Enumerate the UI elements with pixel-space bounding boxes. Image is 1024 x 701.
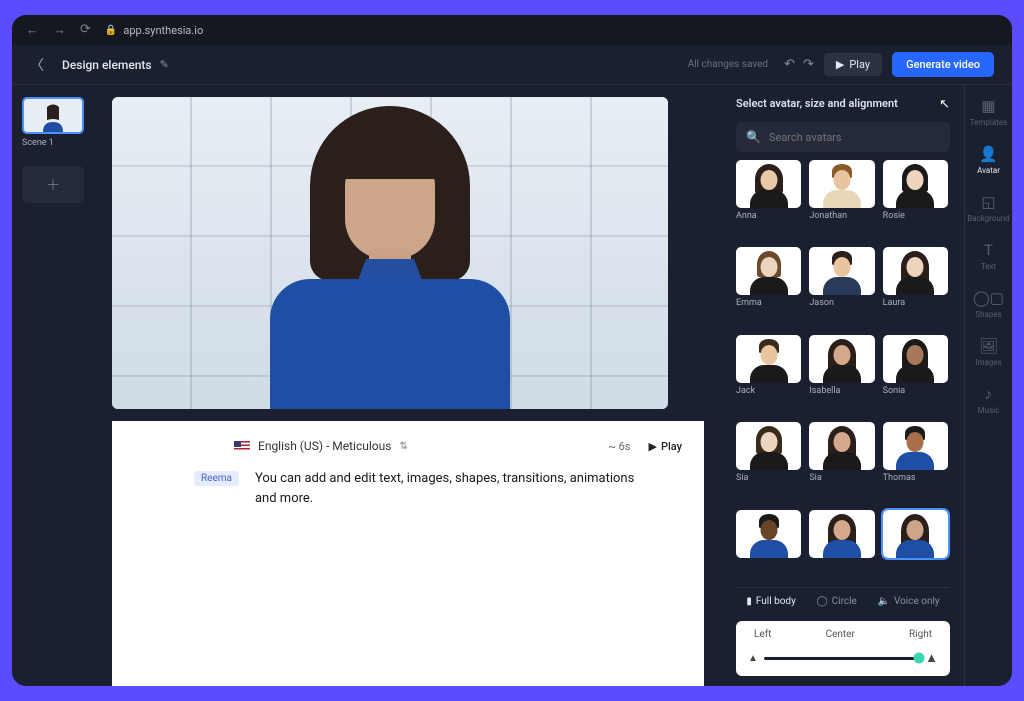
avatar-name: Emma (736, 298, 801, 308)
avatar-icon: 👤 (979, 145, 998, 163)
search-input[interactable] (769, 131, 940, 144)
avatar-option[interactable] (736, 160, 801, 208)
address-url[interactable]: app.synthesia.io (123, 24, 203, 37)
tab-circle[interactable]: ◯ Circle (816, 596, 856, 607)
voice-icon: 🔈 (878, 596, 890, 607)
scene-rail: Scene 1 ＋ (12, 85, 106, 686)
tab-voice-only[interactable]: 🔈 Voice only (878, 596, 940, 607)
browser-forward-icon[interactable]: → (53, 22, 66, 38)
speaker-tag[interactable]: Reema (194, 471, 239, 486)
tab-full-body[interactable]: ▮ Full body (746, 596, 795, 607)
tool-rail: ▦Templates 👤Avatar ◱Background TText ◯▢Shape… (964, 85, 1012, 686)
avatar-name: Sia (736, 473, 801, 483)
redo-icon[interactable]: ↷ (803, 57, 814, 72)
play-icon: ▶ (836, 58, 844, 71)
background-icon: ◱ (981, 193, 995, 211)
edit-title-icon[interactable]: ✎ (160, 58, 169, 71)
avatar-option[interactable] (736, 247, 801, 295)
avatar-name: Jack (736, 386, 801, 396)
avatar-option[interactable] (883, 510, 948, 558)
music-icon: ♪ (985, 385, 993, 403)
avatar-name: Rosie (883, 211, 948, 221)
play-icon: ▶ (648, 440, 656, 453)
lock-icon: 🔒 (105, 25, 117, 36)
language-selector[interactable]: English (US) - Meticulous ⇅ (234, 439, 408, 453)
avatar-option[interactable] (883, 422, 948, 470)
size-large-icon: ▲ (925, 650, 938, 666)
avatar-name: Isabella (809, 386, 874, 396)
avatar-panel: Select avatar, size and alignment ↖ 🔍 An… (722, 85, 964, 686)
play-button[interactable]: ▶ Play (824, 53, 882, 76)
avatar-name: Sia (809, 473, 874, 483)
scene-label: Scene 1 (22, 138, 96, 148)
top-toolbar: 〈 Design elements ✎ All changes saved ↶ … (12, 45, 1012, 85)
view-mode-tabs: ▮ Full body ◯ Circle 🔈 Voice only (736, 587, 950, 613)
align-center[interactable]: Center (826, 629, 855, 640)
slider-thumb[interactable] (914, 653, 925, 664)
avatar-panel-title: Select avatar, size and alignment (736, 97, 950, 110)
avatar-name: Laura (883, 298, 948, 308)
avatar-option[interactable] (809, 247, 874, 295)
flag-icon (234, 441, 250, 452)
avatar-option[interactable] (883, 160, 948, 208)
video-canvas[interactable] (112, 97, 668, 409)
avatar-name: Anna (736, 211, 801, 221)
avatar-name: Jonathan (809, 211, 874, 221)
person-icon: ▮ (746, 596, 752, 607)
avatar-option[interactable] (736, 422, 801, 470)
size-slider[interactable] (764, 657, 919, 660)
undo-icon[interactable]: ↶ (784, 57, 795, 72)
tool-images[interactable]: 🖼Images (975, 337, 1001, 367)
avatar-option[interactable] (809, 335, 874, 383)
chevron-updown-icon: ⇅ (399, 441, 407, 452)
browser-back-icon[interactable]: ← (26, 22, 39, 38)
generate-video-button[interactable]: Generate video (892, 52, 994, 77)
tool-shapes[interactable]: ◯▢Shapes (973, 289, 1004, 319)
alignment-panel: Left Center Right ▲ ▲ (736, 621, 950, 676)
avatar-option[interactable] (809, 160, 874, 208)
avatar-name: Thomas (883, 473, 948, 483)
avatar-search[interactable]: 🔍 (736, 122, 950, 152)
circle-icon: ◯ (816, 596, 827, 607)
templates-icon: ▦ (981, 97, 995, 115)
scene-thumbnail[interactable] (22, 97, 84, 134)
script-panel: English (US) - Meticulous ⇅ ~ 6s ▶ Play … (112, 421, 704, 686)
images-icon: 🖼 (979, 337, 998, 355)
tool-text[interactable]: TText (981, 241, 996, 271)
tool-background[interactable]: ◱Background (967, 193, 1010, 223)
page-title: Design elements (62, 58, 152, 72)
avatar-option[interactable] (809, 422, 874, 470)
canvas-avatar[interactable] (240, 129, 540, 409)
avatar-option[interactable] (883, 247, 948, 295)
tool-templates[interactable]: ▦Templates (970, 97, 1007, 127)
avatar-option[interactable] (883, 335, 948, 383)
add-scene-button[interactable]: ＋ (22, 166, 84, 203)
script-text[interactable]: You can add and edit text, images, shape… (255, 469, 635, 508)
play-script-button[interactable]: ▶ Play (648, 440, 682, 453)
text-icon: T (984, 241, 993, 259)
save-status: All changes saved (688, 59, 768, 70)
align-right[interactable]: Right (909, 629, 932, 640)
browser-reload-icon[interactable]: ⟳ (80, 22, 91, 38)
size-small-icon: ▲ (748, 653, 758, 664)
shapes-icon: ◯▢ (973, 289, 1004, 307)
avatar-name: Sonia (883, 386, 948, 396)
tool-music[interactable]: ♪Music (978, 385, 1000, 415)
tool-avatar[interactable]: 👤Avatar (977, 145, 1000, 175)
avatar-name: Jason (809, 298, 874, 308)
browser-chrome: ← → ⟳ 🔒 app.synthesia.io (12, 15, 1012, 45)
avatar-option[interactable] (736, 335, 801, 383)
avatar-option[interactable] (809, 510, 874, 558)
search-icon: 🔍 (746, 130, 761, 144)
avatar-option[interactable] (736, 510, 801, 558)
align-left[interactable]: Left (754, 629, 771, 640)
back-button[interactable]: 〈 (30, 55, 44, 75)
duration-label: ~ 6s (608, 440, 630, 453)
